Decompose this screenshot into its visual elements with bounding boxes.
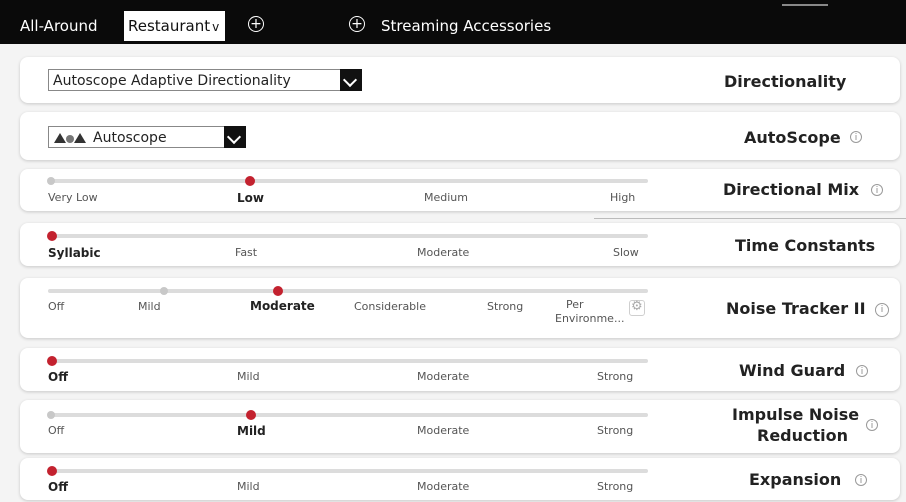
top-tab-bar: All-Around Restaurant v + + Streaming Acc…	[0, 0, 906, 44]
mild-stop[interactable]	[160, 287, 168, 295]
info-icon[interactable]: i	[856, 365, 868, 377]
option-very-low[interactable]: Very Low	[48, 191, 98, 204]
wind-guard-thumb[interactable]	[47, 356, 57, 366]
noise-tracker-track[interactable]	[48, 289, 648, 293]
tab-restaurant-label: Restaurant	[128, 17, 211, 35]
option-fast[interactable]: Fast	[235, 246, 257, 259]
option-strong[interactable]: Strong	[597, 480, 633, 493]
noise-tracker-label: Noise Tracker II	[726, 299, 866, 318]
off-stop[interactable]	[47, 411, 55, 419]
option-low[interactable]: Low	[237, 191, 264, 205]
option-off[interactable]: Off	[48, 370, 68, 384]
expansion-thumb[interactable]	[47, 466, 57, 476]
option-per-environment-line1[interactable]: Per	[566, 298, 584, 311]
chevron-down-icon[interactable]: v	[212, 20, 219, 34]
option-high[interactable]: High	[610, 191, 635, 204]
option-strong[interactable]: Strong	[487, 300, 523, 313]
info-icon[interactable]: i	[866, 419, 878, 431]
directional-mix-track[interactable]	[48, 179, 648, 183]
wind-guard-track[interactable]	[48, 359, 648, 363]
very-low-stop[interactable]	[47, 177, 55, 185]
scroll-indicator	[782, 4, 828, 6]
autoscope-select-value: Autoscope	[93, 130, 167, 146]
chevron-down-icon[interactable]	[340, 69, 362, 91]
option-slow[interactable]: Slow	[613, 246, 639, 259]
chevron-down-icon[interactable]	[224, 126, 246, 148]
divider	[594, 218, 906, 219]
time-constants-track[interactable]	[48, 234, 648, 238]
noise-tracker-thumb[interactable]	[273, 286, 283, 296]
add-program-icon[interactable]: +	[248, 16, 264, 32]
time-constants-label: Time Constants	[735, 236, 876, 255]
impulse-label-line2: Reduction	[757, 426, 849, 445]
option-strong[interactable]: Strong	[597, 424, 633, 437]
info-icon[interactable]: i	[871, 184, 883, 196]
impulse-row: Off Mild Moderate Strong Impulse Noise R…	[20, 400, 900, 453]
option-medium[interactable]: Medium	[424, 191, 468, 204]
tab-streaming-accessories[interactable]: Streaming Accessories	[381, 11, 551, 41]
directionality-row: Autoscope Adaptive Directionality Direct…	[20, 57, 900, 103]
expansion-row: Off Mild Moderate Strong Expansion i	[20, 458, 900, 500]
noise-tracker-row: Off Mild Moderate Considerable Strong Pe…	[20, 278, 900, 338]
option-moderate[interactable]: Moderate	[417, 370, 469, 383]
directional-mix-thumb[interactable]	[245, 176, 255, 186]
autoscope-beam-icon	[54, 133, 86, 143]
info-icon[interactable]: i	[875, 303, 889, 317]
directionality-select[interactable]: Autoscope Adaptive Directionality	[48, 69, 362, 91]
info-icon[interactable]: i	[850, 131, 862, 143]
tab-restaurant[interactable]: Restaurant v	[124, 11, 226, 41]
impulse-track[interactable]	[48, 413, 648, 417]
impulse-label-line1: Impulse Noise	[732, 405, 860, 424]
autoscope-row: Autoscope AutoScope i	[20, 112, 900, 160]
directional-mix-row: Very Low Low Medium High Directional Mix…	[20, 169, 900, 211]
expansion-label: Expansion	[749, 470, 842, 489]
option-moderate[interactable]: Moderate	[417, 480, 469, 493]
wind-guard-row: Off Mild Moderate Strong Wind Guard i	[20, 348, 900, 391]
option-off[interactable]: Off	[48, 480, 68, 494]
option-mild[interactable]: Mild	[237, 424, 266, 438]
time-constants-row: Syllabic Fast Moderate Slow Time Constan…	[20, 223, 900, 266]
info-icon[interactable]: i	[855, 474, 867, 486]
option-considerable[interactable]: Considerable	[354, 300, 426, 313]
tab-all-around[interactable]: All-Around	[20, 11, 98, 41]
option-mild[interactable]: Mild	[237, 480, 260, 493]
directionality-select-value: Autoscope Adaptive Directionality	[53, 73, 291, 89]
autoscope-select[interactable]: Autoscope	[48, 126, 246, 148]
directional-mix-label: Directional Mix	[723, 180, 860, 199]
option-mild[interactable]: Mild	[138, 300, 161, 313]
option-per-environment-line2[interactable]: Environme...	[555, 312, 624, 325]
impulse-thumb[interactable]	[246, 410, 256, 420]
option-moderate[interactable]: Moderate	[417, 424, 469, 437]
option-moderate[interactable]: Moderate	[250, 299, 315, 313]
option-syllabic[interactable]: Syllabic	[48, 246, 101, 260]
directionality-label: Directionality	[724, 72, 847, 91]
wind-guard-label: Wind Guard	[739, 361, 846, 380]
time-constants-thumb[interactable]	[47, 231, 57, 241]
option-strong[interactable]: Strong	[597, 370, 633, 383]
option-off[interactable]: Off	[48, 300, 64, 313]
option-mild[interactable]: Mild	[237, 370, 260, 383]
add-streaming-icon[interactable]: +	[349, 16, 365, 32]
gear-icon[interactable]	[629, 299, 645, 316]
option-moderate[interactable]: Moderate	[417, 246, 469, 259]
autoscope-label: AutoScope	[744, 128, 841, 147]
option-off[interactable]: Off	[48, 424, 64, 437]
expansion-track[interactable]	[48, 469, 648, 473]
